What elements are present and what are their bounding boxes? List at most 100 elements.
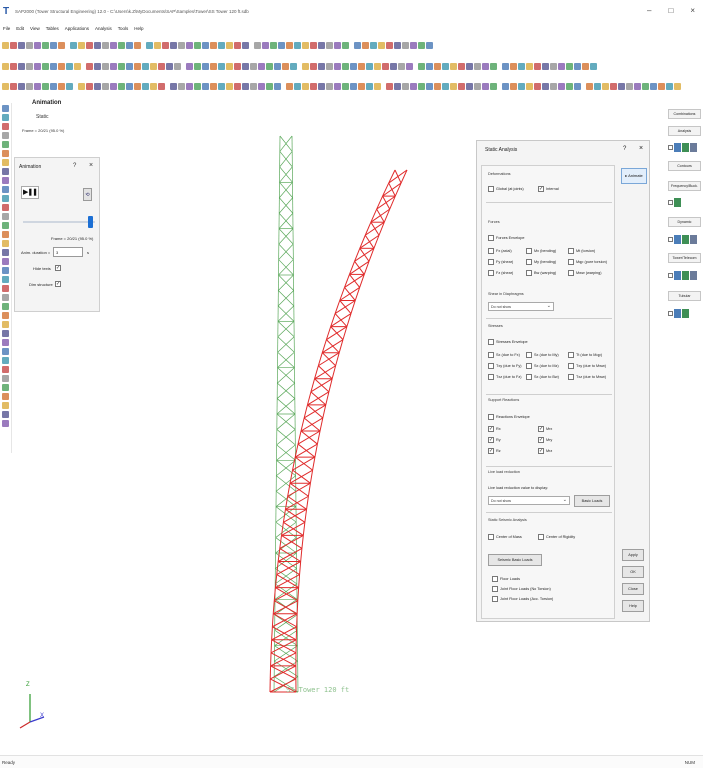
reaction-option-checkbox[interactable]: ✓ bbox=[538, 426, 544, 432]
apply-button[interactable]: Apply bbox=[622, 549, 644, 561]
deformed-member bbox=[300, 548, 303, 562]
close-button[interactable]: Close bbox=[622, 583, 644, 595]
stress-option-checkbox[interactable] bbox=[526, 352, 532, 358]
forces-envelope-checkbox[interactable] bbox=[488, 235, 494, 241]
frame-slider-track[interactable] bbox=[23, 221, 95, 223]
frequency-checkbox[interactable] bbox=[668, 200, 673, 205]
center-rigidity-checkbox[interactable] bbox=[538, 534, 544, 540]
contours-button[interactable]: Contours bbox=[668, 161, 701, 171]
stress-option-checkbox[interactable] bbox=[488, 363, 494, 369]
stresses-envelope-checkbox[interactable] bbox=[488, 339, 494, 345]
duration-input[interactable]: 3 bbox=[53, 247, 83, 257]
dim-structure-checkbox[interactable]: ✓ bbox=[55, 281, 61, 287]
force-option-label: Fy (shear) bbox=[496, 260, 514, 264]
reaction-option-checkbox[interactable]: ✓ bbox=[538, 448, 544, 454]
tower-checkbox[interactable] bbox=[668, 273, 673, 278]
close-icon[interactable]: × bbox=[89, 162, 93, 169]
floor-loads-checkbox[interactable] bbox=[492, 576, 498, 582]
analysis-icon[interactable] bbox=[690, 143, 697, 152]
reaction-option-checkbox[interactable]: ✓ bbox=[488, 426, 494, 432]
force-option-checkbox[interactable] bbox=[526, 270, 532, 276]
stress-option-label: Sx (due to Bw) bbox=[534, 375, 559, 379]
tower-icon[interactable] bbox=[690, 271, 697, 280]
stress-option-checkbox[interactable] bbox=[488, 374, 494, 380]
force-option-checkbox[interactable] bbox=[568, 270, 574, 276]
force-option-checkbox[interactable] bbox=[526, 248, 532, 254]
forces-envelope-label: Forces Envelope bbox=[496, 236, 525, 240]
tubular-icon[interactable] bbox=[674, 309, 681, 318]
center-mass-checkbox[interactable] bbox=[488, 534, 494, 540]
dynamic-icon[interactable] bbox=[690, 235, 697, 244]
tower-telecom-button[interactable]: Tower/Telecom bbox=[668, 253, 701, 263]
tower-icon[interactable] bbox=[674, 271, 681, 280]
force-option-checkbox[interactable] bbox=[526, 259, 532, 265]
ok-button[interactable]: OK bbox=[622, 566, 644, 578]
dynamic-icon[interactable] bbox=[682, 235, 689, 244]
reactions-envelope-checkbox[interactable] bbox=[488, 414, 494, 420]
stress-option-checkbox[interactable] bbox=[526, 363, 532, 369]
analysis-checkbox[interactable] bbox=[668, 145, 673, 150]
close-icon[interactable]: × bbox=[639, 145, 643, 152]
deformed-member bbox=[272, 600, 275, 614]
analysis-button[interactable]: Analysis bbox=[668, 126, 701, 136]
force-option-checkbox[interactable] bbox=[488, 259, 494, 265]
deformed-member bbox=[330, 326, 344, 340]
deformed-member bbox=[310, 391, 327, 406]
tower-icon[interactable] bbox=[682, 271, 689, 280]
frequency-icon[interactable] bbox=[674, 198, 681, 207]
deformed-member bbox=[302, 522, 306, 536]
shear-select[interactable]: Do not show bbox=[488, 302, 554, 311]
tubular-icon[interactable] bbox=[682, 309, 689, 318]
tubular-checkbox[interactable] bbox=[668, 311, 673, 316]
help-icon[interactable]: ? bbox=[623, 146, 626, 152]
live-load-select[interactable]: Do not show bbox=[488, 496, 570, 505]
stress-option-label: Tt (due to Mqp) bbox=[576, 353, 602, 357]
reaction-option-checkbox[interactable]: ✓ bbox=[488, 448, 494, 454]
duration-unit: s bbox=[87, 250, 89, 255]
force-option-label: Fx (axial) bbox=[496, 249, 512, 253]
seismic-heading: Static Seismic Analysis bbox=[488, 518, 527, 522]
frequency-button[interactable]: Frequency/Buck. bbox=[668, 181, 701, 191]
help-button[interactable]: Help bbox=[622, 600, 644, 612]
stress-option-checkbox[interactable] bbox=[526, 374, 532, 380]
help-icon[interactable]: ? bbox=[73, 163, 76, 169]
play-pause-button[interactable]: ▶❚❚ bbox=[21, 186, 39, 199]
force-option-checkbox[interactable] bbox=[488, 270, 494, 276]
force-option-checkbox[interactable] bbox=[488, 248, 494, 254]
tubular-button[interactable]: Tubular bbox=[668, 291, 701, 301]
dynamic-icon[interactable] bbox=[674, 235, 681, 244]
frame-slider-thumb[interactable] bbox=[88, 216, 94, 228]
story-floor-acc-checkbox[interactable] bbox=[492, 596, 498, 602]
structure-label: SS Tower 120 ft bbox=[286, 686, 350, 694]
stress-option-checkbox[interactable] bbox=[568, 352, 574, 358]
dynamic-row bbox=[668, 235, 697, 244]
story-floor-checkbox[interactable] bbox=[492, 586, 498, 592]
reaction-option-checkbox[interactable]: ✓ bbox=[538, 437, 544, 443]
deformed-member bbox=[281, 522, 284, 536]
force-option-checkbox[interactable] bbox=[568, 259, 574, 265]
hide-texts-checkbox[interactable]: ✓ bbox=[55, 265, 61, 271]
seismic-basic-loads-button[interactable]: Seismic Basic Loads bbox=[488, 554, 542, 566]
divider bbox=[486, 466, 612, 467]
deformed-member bbox=[298, 574, 301, 588]
dynamic-checkbox[interactable] bbox=[668, 237, 673, 242]
reaction-option-checkbox[interactable]: ✓ bbox=[488, 437, 494, 443]
reaction-option-label: Ry bbox=[496, 438, 501, 442]
frequency-row bbox=[668, 198, 681, 207]
stress-option-checkbox[interactable] bbox=[488, 352, 494, 358]
force-option-checkbox[interactable] bbox=[568, 248, 574, 254]
basic-loads-button[interactable]: Basic Loads bbox=[574, 495, 610, 507]
animate-button[interactable]: ▸ Animate bbox=[621, 168, 647, 184]
global-deformation-checkbox[interactable] bbox=[488, 186, 494, 192]
analysis-icon[interactable] bbox=[682, 143, 689, 152]
dynamic-button[interactable]: Dynamic bbox=[668, 217, 701, 227]
internal-deformation-checkbox[interactable]: ✓ bbox=[538, 186, 544, 192]
deformed-member bbox=[274, 574, 278, 588]
stress-option-checkbox[interactable] bbox=[568, 363, 574, 369]
combinations-button[interactable]: Combinations bbox=[668, 109, 701, 119]
reaction-option-label: Rx bbox=[496, 427, 501, 431]
reset-icon[interactable]: ⟲ bbox=[83, 188, 92, 201]
stress-option-checkbox[interactable] bbox=[568, 374, 574, 380]
analysis-icon[interactable] bbox=[674, 143, 681, 152]
center-mass-label: Center of Mass bbox=[496, 535, 522, 539]
